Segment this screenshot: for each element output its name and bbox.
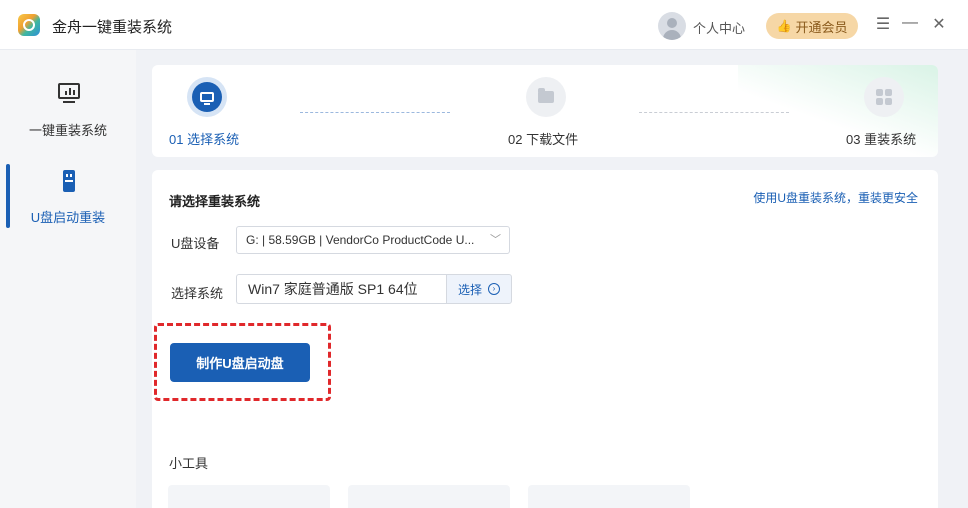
section-title: 请选择重装系统 bbox=[169, 194, 261, 209]
step-circle bbox=[526, 77, 566, 117]
monitor-icon bbox=[58, 83, 80, 105]
step-reinstall-system: 03 重装系统 bbox=[846, 77, 916, 147]
chevron-down-icon: ﹀ bbox=[490, 234, 501, 246]
sidebar-item-one-click-reinstall[interactable]: 一键重装系统 bbox=[0, 75, 136, 155]
usb-device-label: U盘设备 bbox=[171, 236, 220, 251]
usb-device-select[interactable]: G: | 58.59GB | VendorCo ProductCode U...… bbox=[236, 226, 510, 254]
sidebar-item-usb-boot-reinstall[interactable]: U盘启动重装 bbox=[0, 162, 136, 242]
tools-title: 小工具 bbox=[169, 456, 209, 471]
choose-button-label: 选择 bbox=[457, 282, 482, 297]
step-circle bbox=[864, 77, 904, 117]
sidebar-item-label: 一键重装系统 bbox=[28, 123, 107, 138]
app-title: 金舟一键重装系统 bbox=[52, 19, 173, 36]
main-panel: 请选择重装系统 使用U盘重装系统，重装更安全 U盘设备 G: | 58.59GB… bbox=[152, 170, 938, 508]
monitor-icon bbox=[200, 92, 214, 105]
usb-device-value: G: | 58.59GB | VendorCo ProductCode U... bbox=[246, 233, 475, 247]
minimize-icon[interactable]: — bbox=[900, 14, 920, 32]
make-usb-boot-disk-button[interactable]: 制作U盘启动盘 bbox=[170, 343, 310, 382]
progress-steps: 01 选择系统 02 下载文件 03 重装系统 bbox=[152, 65, 938, 157]
user-center-link[interactable]: 个人中心 bbox=[693, 18, 745, 37]
tool-card[interactable] bbox=[528, 485, 690, 508]
step-circle bbox=[187, 77, 227, 117]
help-link[interactable]: 使用U盘重装系统，重装更安全 bbox=[753, 189, 918, 206]
system-label: 选择系统 bbox=[171, 286, 224, 301]
step-label: 01 选择系统 bbox=[169, 132, 240, 147]
title-bar: 金舟一键重装系统 个人中心 👍 开通会员 ☰ — ✕ bbox=[0, 0, 968, 50]
step-download-files: 02 下载文件 bbox=[508, 77, 578, 147]
circle-arrow-right-icon: › bbox=[488, 283, 500, 295]
step-label: 02 下载文件 bbox=[508, 132, 579, 147]
sidebar: 一键重装系统 U盘启动重装 bbox=[0, 50, 136, 508]
tool-card[interactable] bbox=[348, 485, 510, 508]
menu-icon[interactable]: ☰ bbox=[873, 14, 893, 34]
step-label: 03 重装系统 bbox=[846, 132, 917, 147]
user-avatar-icon[interactable] bbox=[658, 12, 686, 40]
thumbs-up-icon: 👍 bbox=[776, 19, 792, 33]
choose-system-button[interactable]: 选择 › bbox=[446, 274, 512, 304]
sidebar-item-label: U盘启动重装 bbox=[30, 210, 106, 225]
windows-grid-icon bbox=[876, 89, 892, 105]
app-logo-icon bbox=[18, 14, 40, 36]
step-select-system: 01 选择系统 bbox=[169, 77, 239, 147]
folder-icon bbox=[538, 88, 554, 103]
step-connector bbox=[300, 112, 450, 113]
tool-card[interactable] bbox=[168, 485, 330, 508]
system-field[interactable]: Win7 家庭普通版 SP1 64位 bbox=[236, 274, 447, 304]
usb-drive-icon bbox=[58, 170, 80, 192]
vip-button[interactable]: 👍 开通会员 bbox=[766, 13, 858, 39]
close-icon[interactable]: ✕ bbox=[929, 14, 949, 34]
step-connector bbox=[639, 112, 789, 113]
vip-button-label: 开通会员 bbox=[795, 19, 848, 35]
